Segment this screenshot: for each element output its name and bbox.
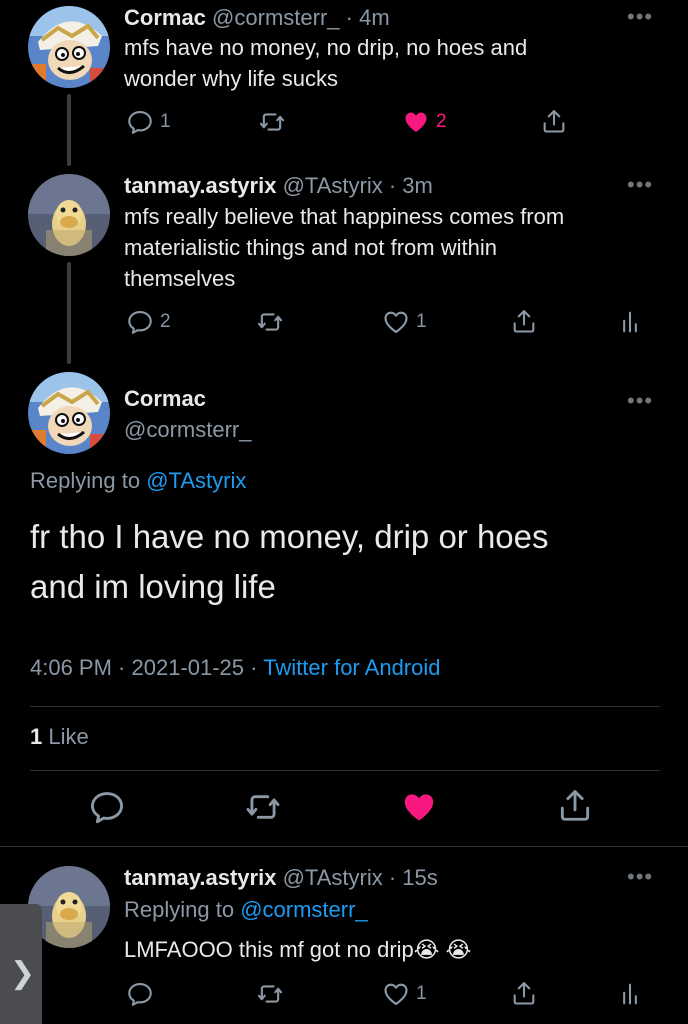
like-icon	[402, 108, 430, 136]
tweet-text-line: mfs have no money, no drip, no hoes and	[124, 35, 528, 60]
like-button[interactable]: 1	[382, 980, 427, 1008]
analytics-button[interactable]	[616, 980, 644, 1008]
side-panel-tab[interactable]: ❯	[0, 904, 42, 1024]
like-button[interactable]: 1	[382, 308, 427, 336]
share-button[interactable]	[510, 307, 538, 335]
author-name[interactable]: Cormac	[124, 386, 206, 412]
tweet-text-line: themselves	[124, 266, 236, 291]
tweet-source[interactable]: Twitter for Android	[263, 655, 440, 680]
crying-emoji: 😭	[445, 937, 472, 962]
avatar[interactable]	[28, 6, 110, 88]
tweet-text-line: materialistic things and not from within	[124, 235, 497, 260]
avatar-image	[28, 372, 110, 454]
replying-to-handle[interactable]: @cormsterr_	[240, 897, 367, 922]
likes-summary[interactable]: 1 Like	[30, 724, 89, 750]
author-name[interactable]: Cormac	[124, 5, 206, 30]
divider	[30, 706, 660, 707]
tweet-body: fr tho I have no money, drip or hoes and…	[30, 512, 549, 612]
analytics-icon	[616, 980, 644, 1008]
tweet-time: · 15s	[388, 865, 438, 890]
share-button[interactable]	[540, 107, 568, 135]
more-icon[interactable]: •••	[627, 390, 653, 412]
like-button[interactable]	[400, 788, 438, 826]
retweet-icon	[256, 980, 284, 1008]
retweet-button[interactable]	[256, 980, 284, 1008]
chevron-right-icon: ❯	[10, 956, 36, 991]
replying-to-handle[interactable]: @TAstyrix	[146, 468, 246, 493]
replying-to-label: Replying to	[124, 897, 235, 922]
reply-icon	[88, 788, 126, 826]
author-name[interactable]: tanmay.astyrix	[124, 173, 276, 198]
tweet-meta: 4:06 PM · 2021-01-25 · Twitter for Andro…	[30, 655, 441, 681]
replying-to: Replying to @TAstyrix	[30, 468, 246, 494]
like-icon	[400, 788, 438, 826]
retweet-button[interactable]	[256, 308, 284, 336]
retweet-icon	[244, 788, 282, 826]
author-handle[interactable]: @TAstyrix	[283, 173, 383, 198]
tweet-time: · 4m	[345, 5, 390, 30]
author-handle[interactable]: @cormsterr_	[212, 5, 339, 30]
thread-line	[67, 262, 71, 364]
replying-to-label: Replying to	[30, 468, 141, 493]
tweet-text-line: fr tho I have no money, drip or hoes	[30, 518, 549, 555]
reply-icon	[126, 980, 154, 1008]
reply-button[interactable]	[88, 788, 126, 826]
like-icon	[382, 980, 410, 1008]
divider	[0, 846, 688, 847]
replying-to: Replying to @cormsterr_	[124, 894, 368, 925]
avatar-image	[28, 174, 110, 256]
tweet-text-line: mfs really believe that happiness comes …	[124, 204, 565, 229]
like-count: 2	[436, 111, 447, 132]
tweet-header: tanmay.astyrix @TAstyrix · 15s	[124, 862, 438, 893]
analytics-button[interactable]	[616, 308, 644, 336]
author-handle[interactable]: @TAstyrix	[283, 865, 383, 890]
like-icon	[382, 308, 410, 336]
reply-icon	[126, 108, 154, 136]
thread-line	[67, 94, 71, 166]
tweet-body: LMFAOOO this mf got no drip😭 😭	[124, 934, 471, 965]
share-icon	[556, 786, 594, 824]
reply-button[interactable]: 2	[126, 308, 171, 336]
author-handle[interactable]: @cormsterr_	[124, 417, 251, 443]
share-button[interactable]	[510, 979, 538, 1007]
tweet-text-line: wonder why life sucks	[124, 66, 338, 91]
more-icon[interactable]: •••	[627, 6, 653, 28]
like-count: 1	[416, 311, 427, 332]
reply-count: 1	[160, 111, 171, 132]
reply-button[interactable]: 1	[126, 108, 171, 136]
more-icon[interactable]: •••	[627, 866, 653, 888]
retweet-button[interactable]	[244, 788, 282, 826]
author-name[interactable]: tanmay.astyrix	[124, 865, 276, 890]
analytics-icon	[616, 308, 644, 336]
reply-count: 2	[160, 311, 171, 332]
divider	[30, 770, 660, 771]
tweet-text: LMFAOOO this mf got no drip	[124, 937, 414, 962]
likes-count: 1	[30, 724, 43, 749]
retweet-icon	[256, 308, 284, 336]
avatar-image	[28, 6, 110, 88]
more-icon[interactable]: •••	[627, 174, 653, 196]
retweet-button[interactable]	[258, 108, 286, 136]
reply-button[interactable]	[126, 980, 154, 1008]
avatar[interactable]	[28, 174, 110, 256]
share-icon	[510, 307, 538, 335]
share-icon	[540, 107, 568, 135]
crying-emoji: 😭	[413, 937, 440, 962]
share-icon	[510, 979, 538, 1007]
share-button[interactable]	[556, 786, 594, 824]
tweet-time: · 3m	[388, 173, 433, 198]
like-count: 1	[416, 983, 427, 1004]
avatar[interactable]	[28, 372, 110, 454]
tweet-header: Cormac @cormsterr_ · 4m	[124, 2, 390, 33]
tweet-header: tanmay.astyrix @TAstyrix · 3m	[124, 170, 433, 201]
retweet-icon	[258, 108, 286, 136]
reply-icon	[126, 308, 154, 336]
tweet-text-line: and im loving life	[30, 568, 276, 605]
like-button[interactable]: 2	[402, 108, 447, 136]
likes-label: Like	[48, 724, 89, 749]
tweet-timestamp: 4:06 PM · 2021-01-25 ·	[30, 655, 258, 680]
